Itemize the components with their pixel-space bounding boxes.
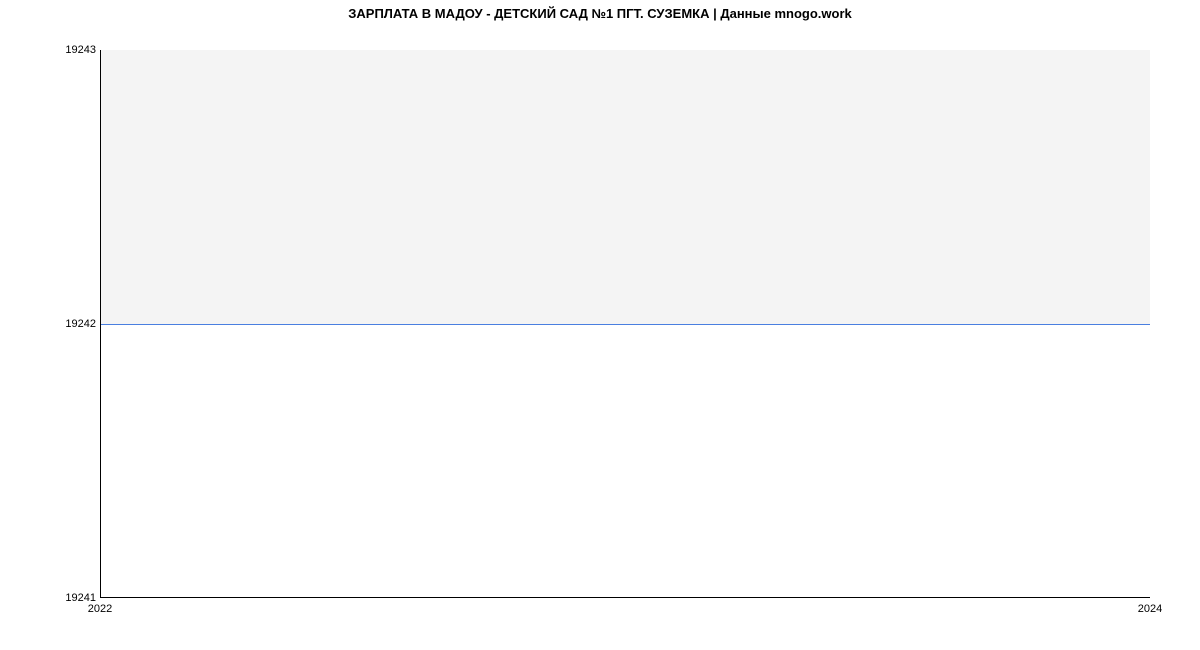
x-tick-right: 2024 xyxy=(1138,603,1162,615)
x-tick-left: 2022 xyxy=(88,603,112,615)
y-tick-mid: 19242 xyxy=(65,318,96,330)
data-line xyxy=(101,324,1150,325)
y-tick-top: 19243 xyxy=(65,44,96,56)
upper-band xyxy=(101,50,1150,324)
plot-area xyxy=(100,50,1150,598)
chart-title: ЗАРПЛАТА В МАДОУ - ДЕТСКИЙ САД №1 ПГТ. С… xyxy=(0,6,1200,21)
